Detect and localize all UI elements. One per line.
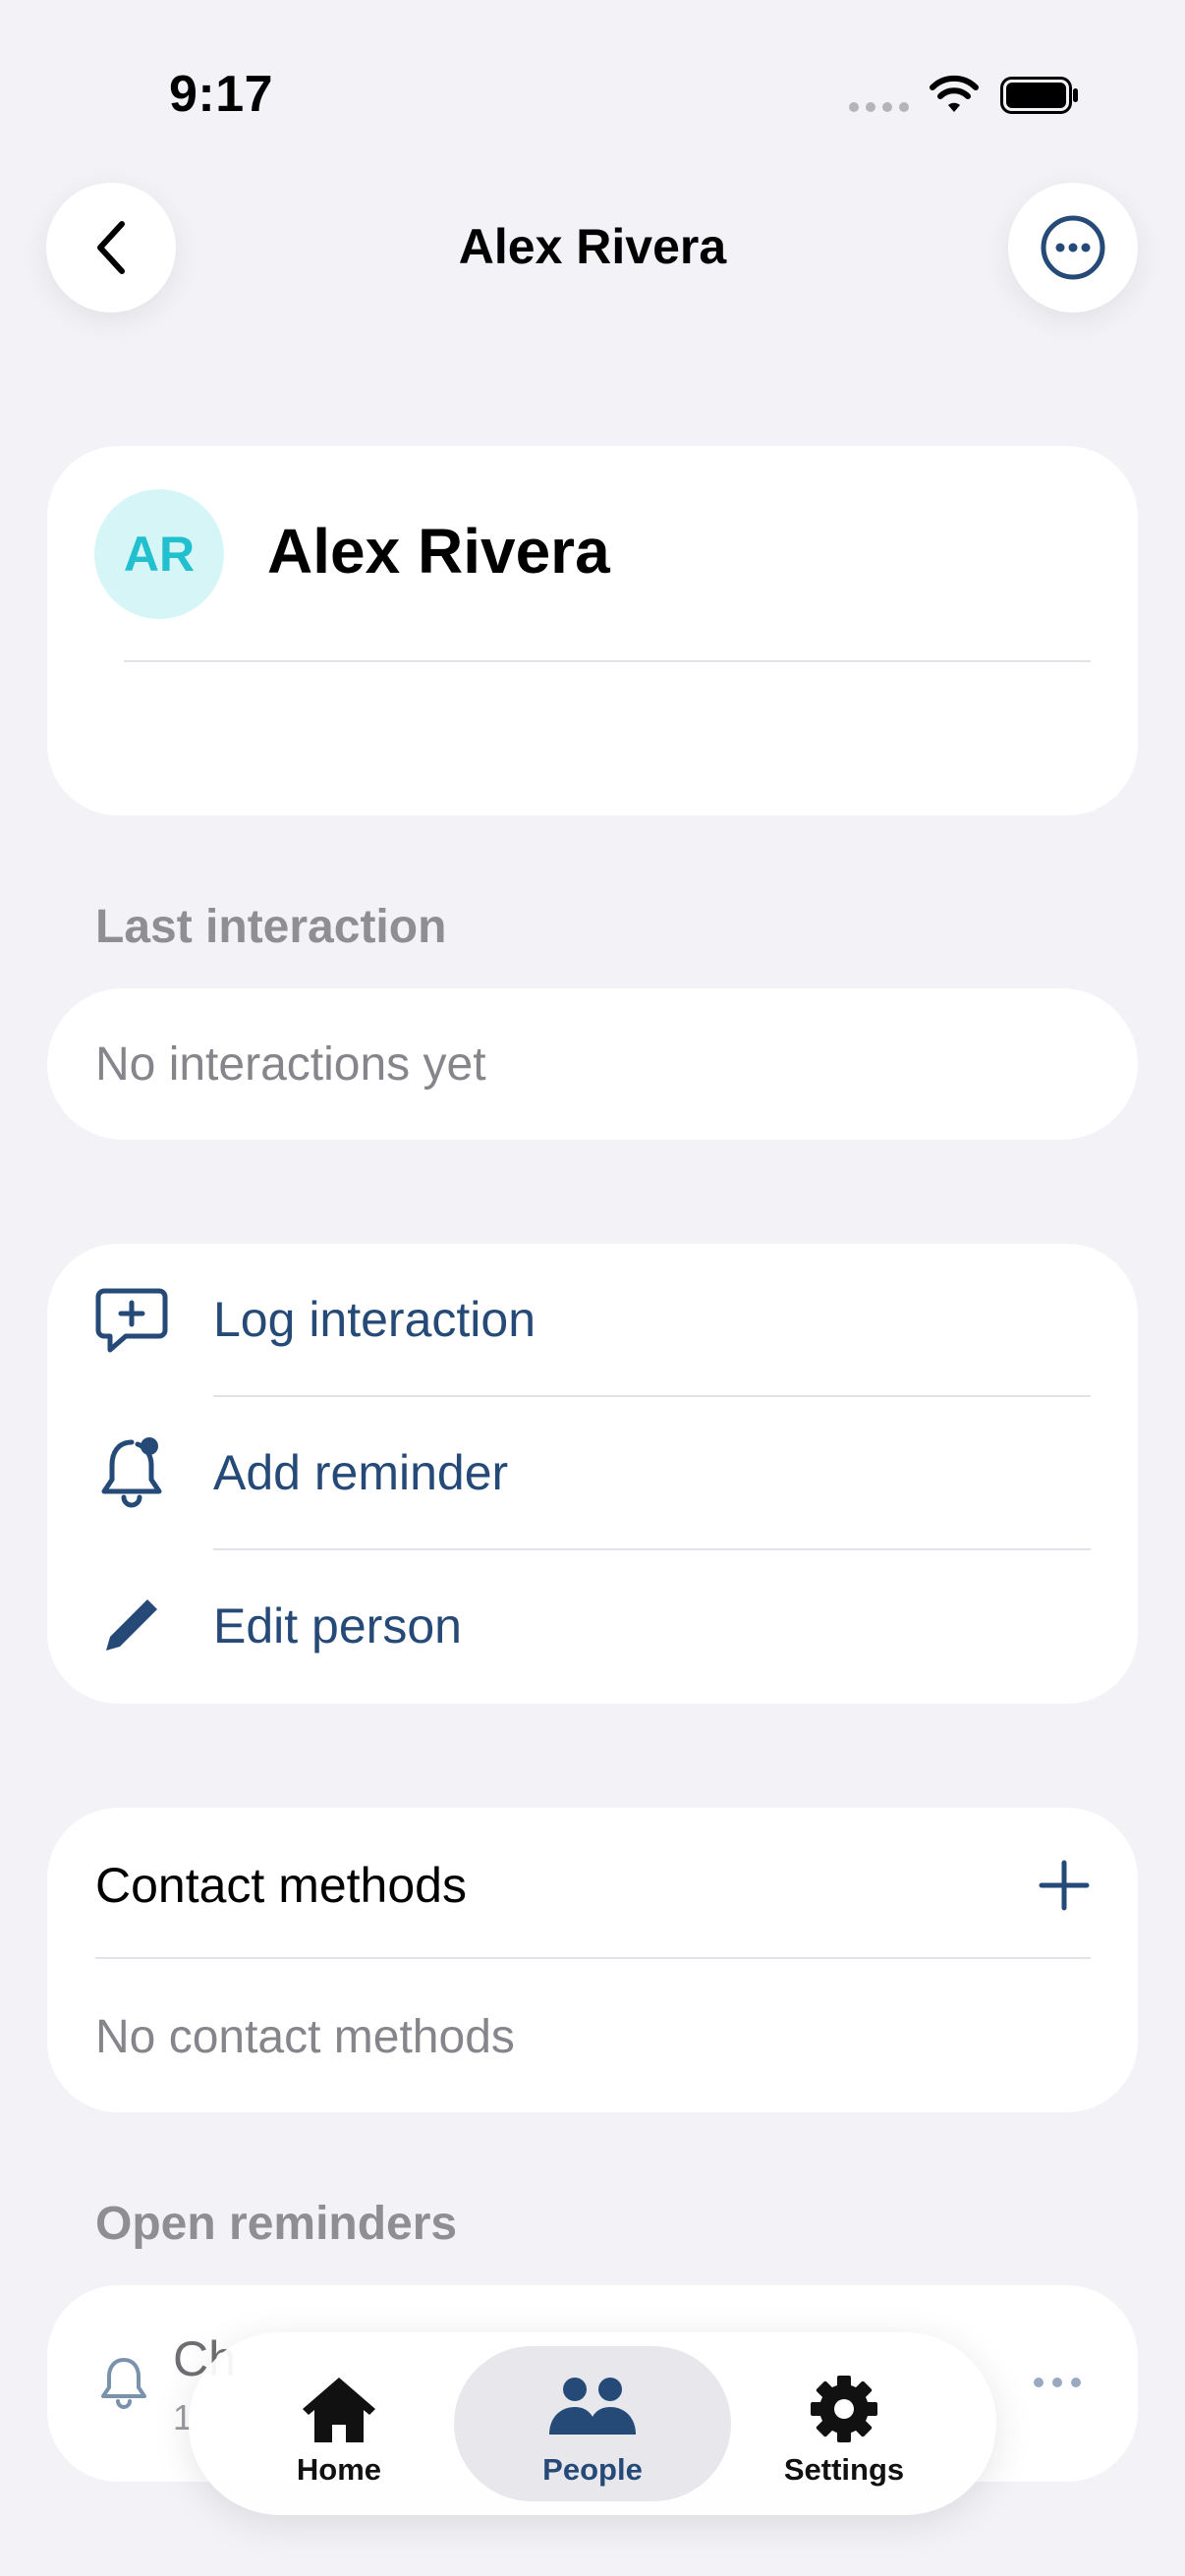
profile-card xyxy=(47,446,1138,815)
chevron-left-icon xyxy=(97,221,125,274)
contact-methods-card xyxy=(47,1808,1138,2112)
message-plus-icon xyxy=(95,1288,168,1353)
status-time: 9:17 xyxy=(169,66,274,123)
tab-settings[interactable]: Settings xyxy=(705,2346,983,2501)
tab-home-label: Home xyxy=(296,2452,382,2487)
back-button[interactable] xyxy=(46,183,176,312)
tab-settings-label: Settings xyxy=(783,2452,905,2487)
people-icon xyxy=(549,2378,636,2435)
add-reminder-label: Add reminder xyxy=(213,1445,509,1500)
tab-people-label: People xyxy=(542,2452,643,2487)
cellular-signal-icon xyxy=(849,102,909,112)
section-label-last-interaction: Last interaction xyxy=(95,901,447,953)
wifi-icon xyxy=(930,75,979,112)
pencil-icon xyxy=(106,1599,157,1651)
log-interaction-label: Log interaction xyxy=(213,1292,536,1347)
edit-person-button[interactable]: Edit person xyxy=(47,1550,1138,1704)
divider xyxy=(95,1957,1091,1959)
battery-icon xyxy=(1000,77,1078,114)
contact-methods-empty: No contact methods xyxy=(95,2011,515,2063)
tab-home[interactable]: Home xyxy=(200,2346,478,2501)
more-options-button[interactable] xyxy=(1008,183,1138,312)
tab-people[interactable]: People xyxy=(454,2346,731,2501)
bell-icon xyxy=(101,2358,146,2409)
house-icon xyxy=(303,2378,375,2442)
divider xyxy=(124,660,1091,662)
ellipsis-circle-icon xyxy=(1041,215,1105,280)
contact-methods-title: Contact methods xyxy=(95,1858,467,1913)
page-title: Alex Rivera xyxy=(458,219,727,274)
add-reminder-button[interactable]: Add reminder xyxy=(47,1397,1138,1550)
add-contact-method-button[interactable] xyxy=(1036,1857,1093,1914)
edit-person-label: Edit person xyxy=(213,1598,462,1653)
log-interaction-button[interactable]: Log interaction xyxy=(47,1244,1138,1397)
gear-icon xyxy=(811,2376,877,2442)
person-name: Alex Rivera xyxy=(267,516,610,587)
section-label-open-reminders: Open reminders xyxy=(95,2198,458,2250)
bell-badge-icon xyxy=(101,1437,162,1508)
avatar: AR xyxy=(94,489,224,619)
reminder-more-icon[interactable] xyxy=(1034,2378,1081,2387)
last-interaction-empty: No interactions yet xyxy=(95,1038,486,1091)
